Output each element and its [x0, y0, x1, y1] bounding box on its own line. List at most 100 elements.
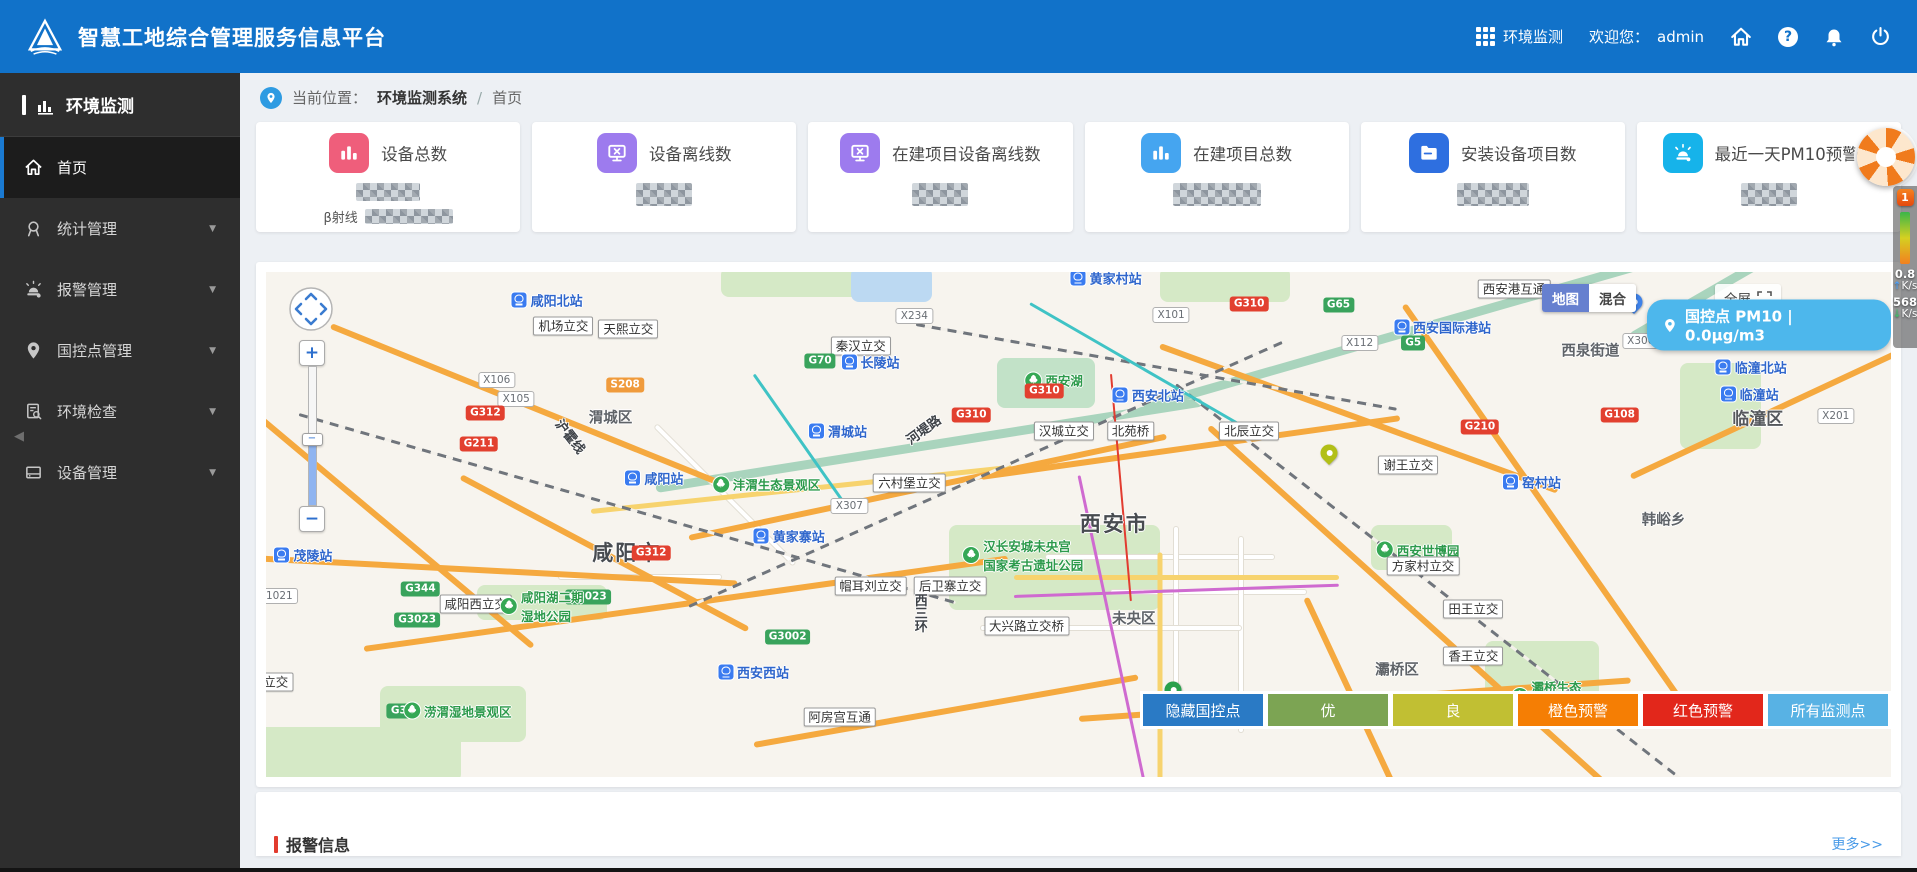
legend-button[interactable]: 橙色预警 [1518, 694, 1638, 727]
legend-button[interactable]: 红色预警 [1643, 694, 1763, 727]
map-label: 河堤路 [901, 409, 943, 448]
map-label[interactable]: 西安北站 [1112, 386, 1184, 405]
park-icon [712, 476, 729, 493]
notifications-button[interactable] [1824, 27, 1844, 47]
map-label[interactable]: 西安国际港站 [1393, 317, 1491, 336]
map-pin-yellow[interactable] [1316, 440, 1341, 465]
rail-station-icon [1715, 359, 1731, 375]
map-label[interactable]: 窑村站 [1502, 472, 1561, 491]
map-label-text: 北苑桥 [1111, 423, 1150, 439]
zoom-in-button[interactable]: + [299, 340, 325, 366]
map-label-text: G3002 [768, 630, 807, 643]
sidebar-item-home[interactable]: 首页 [0, 137, 240, 198]
stat-card-project-offline-devices: 在建项目设备离线数 [808, 122, 1073, 232]
notification-badge[interactable]: 1 [1896, 189, 1914, 206]
rail-station-icon [841, 354, 857, 370]
map-label-text: G211 [463, 437, 495, 450]
map-label-text: 渭城站 [827, 425, 868, 441]
stat-card-value-redacted [1172, 183, 1261, 206]
map-label[interactable]: 临潼北站 [1715, 357, 1787, 376]
legend-button[interactable]: 隐藏国控点 [1143, 694, 1263, 727]
map-label-text: X1021 [266, 589, 293, 602]
zoom-out-button[interactable]: − [299, 506, 325, 532]
map-label-text: 咸阳站 [644, 472, 684, 488]
map-label[interactable]: 黄家村站 [1070, 272, 1142, 288]
stat-card-value-redacted [636, 183, 693, 206]
alarm-icon [26, 280, 41, 298]
map-label[interactable]: 咸阳站 [625, 468, 683, 487]
legend-button[interactable]: 所有监测点 [1768, 694, 1888, 727]
rail-station-icon [625, 470, 641, 486]
map-label[interactable]: 茂陵站 [274, 545, 332, 564]
sidebar-item-national-points[interactable]: 国控点管理 ▼ [0, 320, 240, 381]
stat-card-title: 安装设备项目数 [1461, 145, 1577, 164]
map-label[interactable]: 沣渭生态景观区 [712, 475, 820, 494]
map-label: 北苑桥 [1106, 421, 1155, 441]
rail-station-icon [1502, 474, 1518, 490]
sidebar-item-env-inspection[interactable]: 环境检查 ▼ [0, 381, 240, 442]
map-label-text: S208 [610, 378, 640, 391]
map-panel: 咸阳北站 黄家村站 机场立交 天熙立交 秦汉立交 X234 X101 G310 西安港互通 西安国… [256, 262, 1901, 787]
map-label: S208 [606, 377, 644, 393]
alerts-more-link[interactable]: 更多>> [1832, 834, 1883, 854]
chevron-down-icon: ▼ [209, 467, 216, 478]
map-label: G310 [1229, 296, 1269, 312]
map-label[interactable]: 渭城站 [808, 421, 868, 441]
sidebar-item-alarms[interactable]: 报警管理 ▼ [0, 259, 240, 320]
map-label[interactable]: 汉长安城未央宫 国家考古遗址公园 [963, 536, 1083, 574]
sidebar-collapse-icon[interactable]: ◀ [14, 429, 24, 444]
map-label: 天熙立交 [598, 319, 659, 339]
home-button[interactable] [1730, 26, 1752, 48]
map-label[interactable]: 黄家寨站 [753, 526, 825, 545]
zoom-track[interactable]: − [301, 366, 323, 506]
sidebar-item-statistics[interactable]: 统计管理 ▼ [0, 198, 240, 259]
bar-chart-icon [1141, 133, 1182, 173]
title-bar-decor [274, 835, 278, 853]
map-canvas[interactable]: 咸阳北站 黄家村站 机场立交 天熙立交 秦汉立交 X234 X101 G310 西安港互通 西安国… [266, 272, 1891, 777]
stat-card-installed-projects: 安装设备项目数 [1360, 122, 1625, 232]
sidebar-title-label: 环境监测 [66, 97, 134, 117]
map-label: 沪霍线 [552, 415, 591, 457]
pm10-tooltip[interactable]: 国控点 PM10 | 0.0μg/m3 [1647, 299, 1891, 351]
map-label: 帽耳刘立交 [834, 576, 907, 596]
stat-card-title: 最近一天PM10预警数 [1714, 145, 1876, 164]
map-label[interactable]: 长陵站 [841, 352, 900, 371]
zoom-slider-handle[interactable]: − [301, 433, 323, 446]
map-type-toggle: 地图 混合 [1542, 284, 1636, 312]
legend-button[interactable]: 优 [1268, 694, 1388, 727]
map-label[interactable]: 临潼站 [1720, 385, 1779, 404]
app-switcher[interactable]: 环境监测 [1475, 26, 1563, 47]
map-type-hybrid[interactable]: 混合 [1589, 284, 1636, 312]
map-label-text: G3023 [398, 613, 437, 626]
monitor-offline-icon [597, 133, 637, 173]
folder-icon [1409, 133, 1450, 173]
map-label[interactable]: 涝渭湿地景观区 [403, 701, 512, 720]
document-search-icon [27, 403, 42, 420]
map-label-text: G312 [470, 406, 501, 419]
help-icon [1778, 26, 1798, 47]
map-label: 六村堡立交 [873, 473, 946, 493]
map-label-text: G70 [808, 354, 832, 367]
welcome-user: 欢迎您： admin [1589, 26, 1704, 47]
map-label[interactable]: 西安西站 [717, 663, 789, 682]
legend-button[interactable]: 良 [1393, 694, 1513, 727]
breadcrumb-separator: / [477, 88, 483, 107]
monitor-offline-icon [840, 133, 881, 173]
map-pan-control[interactable] [288, 286, 334, 336]
alerts-panel: 报警信息 更多>> [256, 792, 1901, 856]
map-label: 临潼区 [1732, 405, 1783, 430]
logo-icon [27, 17, 63, 55]
map-label-text: G65 [1326, 298, 1351, 311]
stat-card-value-redacted [1740, 183, 1797, 206]
map-label: G108 [1600, 407, 1639, 423]
map-label[interactable]: 咸阳北站 [511, 290, 583, 309]
sidebar-item-devices[interactable]: 设备管理 ▼ [0, 442, 240, 503]
map-label[interactable]: 咸阳湖二期 湿地公园 [500, 587, 584, 625]
logout-button[interactable] [1870, 26, 1891, 47]
help-button[interactable] [1778, 26, 1798, 47]
map-type-map[interactable]: 地图 [1542, 284, 1589, 312]
home-icon [1731, 27, 1751, 46]
breadcrumb-page[interactable]: 首页 [492, 87, 522, 108]
map-label-text: X234 [900, 309, 928, 322]
floating-swirl-widget[interactable] [1857, 128, 1915, 186]
